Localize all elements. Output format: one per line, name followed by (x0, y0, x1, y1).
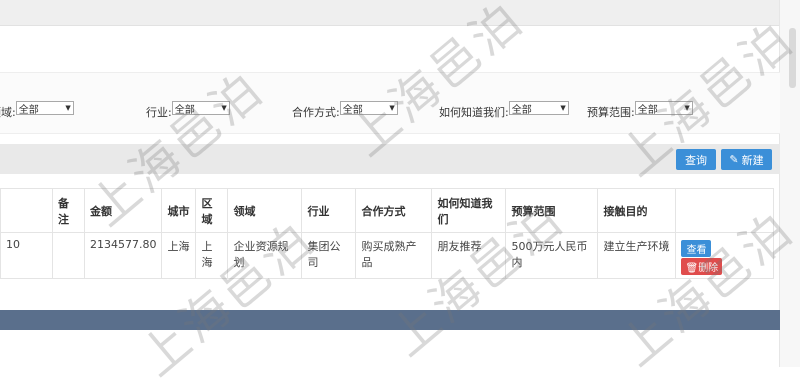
filter-label: 预算范围: (587, 106, 635, 119)
table-cell: 上海 (195, 232, 229, 279)
trash-icon: 🗑 (685, 263, 699, 274)
filter-label: 领域: (0, 106, 16, 119)
column-header (675, 188, 775, 233)
new-button[interactable]: ✎ 新建 (721, 149, 772, 170)
delete-label: 删除 (698, 263, 719, 274)
filter-label: 行业: (146, 106, 172, 119)
table-header-row: 备注 金额 城市 区域 领域 行业 合作方式 如何知道我们 预算范围 接触目的 (0, 188, 775, 233)
filter-cooperation: 合作方式: 全部 ▼ (292, 100, 398, 119)
select-value: 全部 (511, 104, 532, 116)
filter-label: 合作方式: (292, 106, 340, 119)
chevron-down-icon: ▼ (389, 104, 395, 112)
view-label: 查看 (686, 245, 707, 256)
actions-cell: 查看 🗑删除 (675, 232, 775, 279)
table-cell: 购买成熟产品 (355, 232, 433, 279)
domain-select[interactable]: 全部 ▼ (15, 101, 74, 116)
table-cell: 集团公司 (301, 232, 357, 279)
query-label: 查询 (685, 153, 707, 167)
filter-domain: 领域: 全部 ▼ (0, 100, 74, 119)
source-select[interactable]: 全部 ▼ (508, 101, 569, 116)
new-label: 新建 (741, 153, 764, 167)
table-cell: 建立生产环境 (597, 232, 677, 279)
column-header: 金额 (83, 188, 163, 233)
industry-select[interactable]: 全部 ▼ (171, 101, 230, 116)
view-button[interactable]: 查看 (681, 240, 712, 257)
select-value: 全部 (637, 104, 658, 116)
column-header: 行业 (301, 188, 357, 233)
column-header: 区域 (195, 188, 229, 233)
filter-budget: 预算范围: 全部 ▼ (587, 100, 693, 119)
table-cell: 2134577.80 (83, 232, 163, 279)
chevron-down-icon: ▼ (221, 104, 227, 112)
cooperation-select[interactable]: 全部 ▼ (339, 101, 398, 116)
column-header: 备注 (52, 188, 85, 233)
chevron-down-icon: ▼ (65, 104, 71, 112)
filter-industry: 行业: 全部 ▼ (146, 100, 230, 119)
chevron-down-icon: ▼ (560, 104, 566, 112)
table-cell: 上海 (161, 232, 197, 279)
select-value: 全部 (342, 104, 363, 116)
column-header: 预算范围 (505, 188, 599, 233)
top-bar (0, 0, 780, 26)
column-header: 城市 (161, 188, 197, 233)
table-cell: 企业资源规划 (227, 232, 303, 279)
table-row: 10 2134577.80 上海 上海 企业资源规划 集团公司 购买成熟产品 朋… (0, 232, 775, 279)
vertical-scrollbar[interactable] (779, 0, 800, 367)
filter-label: 如何知道我们: (439, 106, 509, 119)
select-value: 全部 (174, 104, 195, 116)
toolbar (0, 144, 780, 174)
column-header: 如何知道我们 (431, 188, 507, 233)
query-button[interactable]: 查询 (676, 149, 716, 170)
filter-source: 如何知道我们: 全部 ▼ (439, 100, 569, 119)
chevron-down-icon: ▼ (684, 104, 690, 112)
data-table: 备注 金额 城市 区域 领域 行业 合作方式 如何知道我们 预算范围 接触目的 … (0, 188, 775, 279)
select-value: 全部 (18, 104, 39, 116)
scrollbar-thumb[interactable] (789, 28, 796, 88)
delete-button[interactable]: 🗑删除 (681, 258, 723, 275)
pencil-icon: ✎ (729, 153, 739, 166)
column-header: 接触目的 (597, 188, 677, 233)
column-header (0, 188, 53, 233)
table-cell: 朋友推荐 (431, 232, 507, 279)
table-cell (52, 232, 85, 279)
column-header: 合作方式 (355, 188, 433, 233)
footer-bar (0, 310, 780, 330)
column-header: 领域 (227, 188, 303, 233)
budget-select[interactable]: 全部 ▼ (634, 101, 693, 116)
table-cell: 500万元人民币内 (505, 232, 599, 279)
table-cell: 10 (0, 232, 53, 279)
